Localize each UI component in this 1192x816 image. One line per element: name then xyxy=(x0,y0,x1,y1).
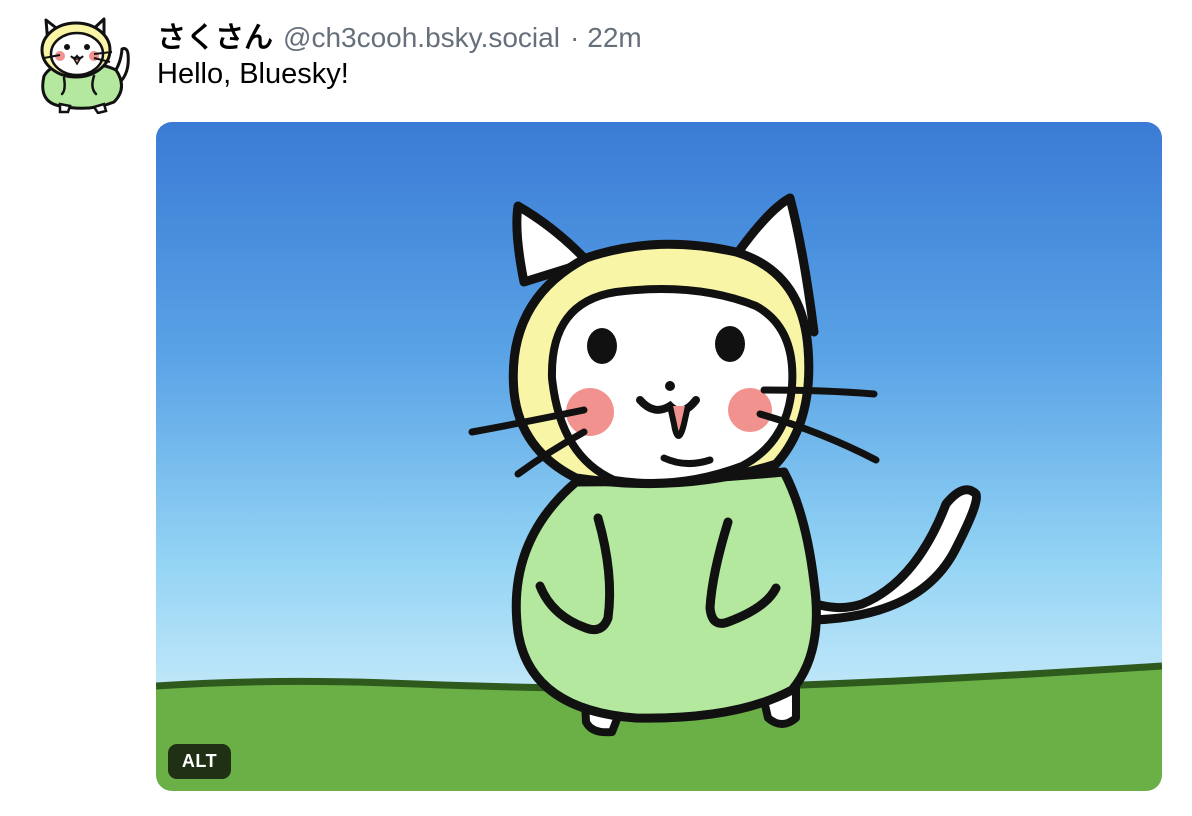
post-timestamp[interactable]: 22m xyxy=(587,22,641,54)
post[interactable]: さくさん @ch3cooh.bsky.social · 22m Hello, B… xyxy=(0,0,1192,816)
post-image[interactable] xyxy=(156,122,1162,791)
post-header: さくさん @ch3cooh.bsky.social · 22m xyxy=(157,14,642,54)
cat-illustration-icon xyxy=(156,122,1162,791)
author-display-name[interactable]: さくさん xyxy=(157,14,273,56)
alt-text-badge[interactable]: ALT xyxy=(168,744,231,779)
avatar[interactable] xyxy=(30,14,134,114)
separator-dot: · xyxy=(569,22,580,53)
avatar-icon xyxy=(40,17,130,114)
post-text: Hello, Bluesky! xyxy=(157,58,349,90)
author-handle[interactable]: @ch3cooh.bsky.social xyxy=(283,22,560,54)
